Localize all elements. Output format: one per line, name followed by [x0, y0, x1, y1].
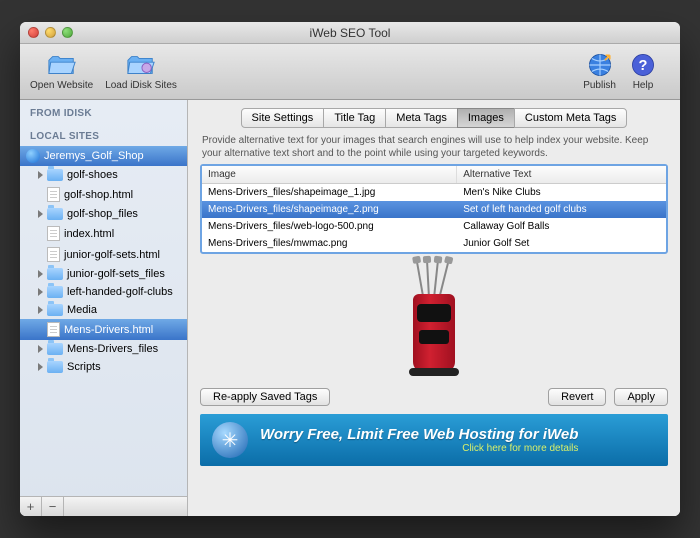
cell-image: Mens-Drivers_files/shapeimage_1.jpg: [202, 184, 457, 201]
sidebar-item-media[interactable]: Media: [20, 301, 187, 319]
folder-icon: [47, 304, 63, 316]
apply-button[interactable]: Apply: [614, 388, 668, 406]
sidebar-item-scripts[interactable]: Scripts: [20, 358, 187, 376]
tab-custom-meta[interactable]: Custom Meta Tags: [514, 108, 628, 128]
disclosure-triangle-icon[interactable]: [38, 270, 43, 278]
tab-meta-tags[interactable]: Meta Tags: [385, 108, 458, 128]
folder-icon: [47, 343, 63, 355]
sidebar-footer: + −: [20, 496, 187, 516]
globe-icon: [26, 149, 40, 163]
disclosure-triangle-icon[interactable]: [38, 171, 43, 179]
sidebar-item-junior-golf-sets-html[interactable]: junior-golf-sets.html: [20, 244, 187, 265]
sidebar-heading-idisk: FROM IDISK: [20, 100, 187, 123]
sidebar-item-mens-drivers-files[interactable]: Mens-Drivers_files: [20, 340, 187, 358]
window-title: iWeb SEO Tool: [20, 26, 680, 40]
publish-label: Publish: [583, 80, 616, 91]
table-row[interactable]: Mens-Drivers_files/shapeimage_2.png Set …: [202, 201, 666, 218]
col-alt-text[interactable]: Alternative Text: [457, 166, 666, 183]
tab-bar: Site Settings Title Tag Meta Tags Images…: [188, 100, 680, 128]
cell-alt: Callaway Golf Balls: [457, 218, 666, 235]
cell-alt: Junior Golf Set: [457, 235, 666, 252]
file-icon: [47, 226, 60, 241]
table-row[interactable]: Mens-Drivers_files/mwmac.png Junior Golf…: [202, 235, 666, 252]
sidebar-item-mens-drivers-html[interactable]: Mens-Drivers.html: [20, 319, 187, 340]
toolbar: Open Website Load iDisk Sites Publish ? …: [20, 44, 680, 100]
col-image[interactable]: Image: [202, 166, 457, 183]
remove-button[interactable]: −: [42, 497, 64, 516]
golf-bag-image: [399, 264, 469, 376]
file-icon: [47, 187, 60, 202]
disclosure-triangle-icon[interactable]: [38, 306, 43, 314]
help-label: Help: [633, 80, 654, 91]
svg-text:?: ?: [639, 58, 648, 74]
help-button[interactable]: ? Help: [628, 52, 658, 91]
button-row: Re-apply Saved Tags Revert Apply: [188, 380, 680, 414]
reapply-button[interactable]: Re-apply Saved Tags: [200, 388, 330, 406]
revert-button[interactable]: Revert: [548, 388, 606, 406]
disclosure-triangle-icon[interactable]: [38, 345, 43, 353]
cell-image: Mens-Drivers_files/web-logo-500.png: [202, 218, 457, 235]
sidebar-item-junior-golf-sets-files[interactable]: junior-golf-sets_files: [20, 265, 187, 283]
cell-image: Mens-Drivers_files/shapeimage_2.png: [202, 201, 457, 218]
disclosure-triangle-icon[interactable]: [38, 288, 43, 296]
site-row[interactable]: Jeremys_Golf_Shop: [20, 146, 187, 166]
folder-open-icon: [47, 52, 77, 78]
file-icon: [47, 247, 60, 262]
add-button[interactable]: +: [20, 497, 42, 516]
ad-banner[interactable]: ✳ Worry Free, Limit Free Web Hosting for…: [200, 414, 668, 466]
disclosure-triangle-icon[interactable]: [38, 210, 43, 218]
ad-globe-icon: ✳: [212, 422, 248, 458]
hint-text: Provide alternative text for your images…: [188, 128, 680, 164]
folder-idisk-icon: [126, 52, 156, 78]
images-table: Image Alternative Text Mens-Drivers_file…: [200, 164, 668, 254]
app-window: iWeb SEO Tool Open Website Load iDisk Si…: [20, 22, 680, 516]
publish-button[interactable]: Publish: [583, 52, 616, 91]
file-icon: [47, 322, 60, 337]
help-icon: ?: [628, 52, 658, 78]
ad-text: Worry Free, Limit Free Web Hosting for i…: [260, 426, 578, 454]
sidebar-item-golf-shoes[interactable]: golf-shoes: [20, 166, 187, 184]
tab-images[interactable]: Images: [457, 108, 515, 128]
sidebar-item-golf-shop-html[interactable]: golf-shop.html: [20, 184, 187, 205]
titlebar[interactable]: iWeb SEO Tool: [20, 22, 680, 44]
cell-alt: Set of left handed golf clubs: [457, 201, 666, 218]
open-website-label: Open Website: [30, 80, 93, 91]
sidebar-item-left-handed-golf-clubs[interactable]: left-handed-golf-clubs: [20, 283, 187, 301]
folder-icon: [47, 169, 63, 181]
image-preview: [200, 260, 668, 380]
ad-subtitle: Click here for more details: [260, 443, 578, 454]
site-name: Jeremys_Golf_Shop: [44, 150, 144, 162]
table-header: Image Alternative Text: [202, 166, 666, 184]
table-row[interactable]: Mens-Drivers_files/shapeimage_1.jpg Men'…: [202, 184, 666, 201]
cell-image: Mens-Drivers_files/mwmac.png: [202, 235, 457, 252]
main-pane: Site Settings Title Tag Meta Tags Images…: [188, 100, 680, 516]
tab-title-tag[interactable]: Title Tag: [323, 108, 386, 128]
sidebar-item-index-html[interactable]: index.html: [20, 223, 187, 244]
folder-icon: [47, 268, 63, 280]
sidebar: FROM IDISK LOCAL SITES Jeremys_Golf_Shop…: [20, 100, 188, 516]
sidebar-heading-local: LOCAL SITES: [20, 123, 187, 146]
load-idisk-label: Load iDisk Sites: [105, 80, 177, 91]
open-website-button[interactable]: Open Website: [30, 52, 93, 91]
ad-title: Worry Free, Limit Free Web Hosting for i…: [260, 426, 578, 443]
folder-icon: [47, 208, 63, 220]
table-row[interactable]: Mens-Drivers_files/web-logo-500.png Call…: [202, 218, 666, 235]
load-idisk-button[interactable]: Load iDisk Sites: [105, 52, 177, 91]
disclosure-triangle-icon[interactable]: [38, 363, 43, 371]
folder-icon: [47, 286, 63, 298]
folder-icon: [47, 361, 63, 373]
sidebar-item-golf-shop-files[interactable]: golf-shop_files: [20, 205, 187, 223]
tab-site-settings[interactable]: Site Settings: [241, 108, 325, 128]
cell-alt: Men's Nike Clubs: [457, 184, 666, 201]
globe-publish-icon: [585, 52, 615, 78]
